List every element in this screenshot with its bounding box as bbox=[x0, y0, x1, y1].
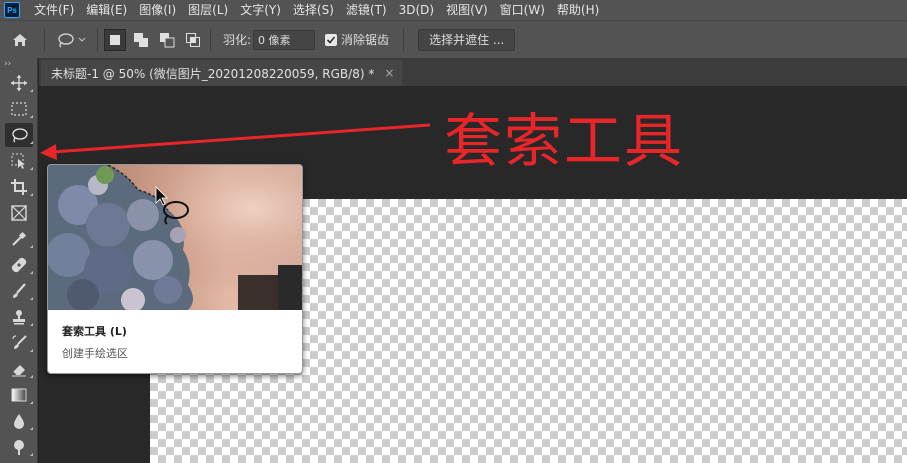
collapse-toolbar-button[interactable]: ›› bbox=[0, 58, 37, 70]
gradient-icon bbox=[11, 388, 27, 402]
antialias-label: 消除锯齿 bbox=[341, 33, 390, 47]
dodge-tool[interactable] bbox=[0, 434, 38, 460]
tooltip-title: 套索工具 (L) bbox=[62, 325, 127, 338]
menu-image[interactable]: 图像(I) bbox=[133, 0, 182, 20]
menu-3d[interactable]: 3D(D) bbox=[393, 0, 440, 20]
antialias-checkbox[interactable] bbox=[325, 33, 338, 46]
lasso-icon bbox=[58, 32, 74, 48]
healing-brush-tool[interactable] bbox=[0, 252, 38, 278]
home-button[interactable] bbox=[0, 21, 40, 59]
eraser-tool[interactable] bbox=[0, 356, 38, 382]
home-icon bbox=[13, 33, 27, 46]
document-tab-bar: 未标题-1 @ 50% (微信图片_20201208220059, RGB/8)… bbox=[39, 58, 907, 86]
document-tab-title: 未标题-1 @ 50% (微信图片_20201208220059, RGB/8)… bbox=[51, 66, 375, 81]
lasso-tool[interactable] bbox=[0, 122, 38, 148]
divider bbox=[403, 27, 405, 52]
photoshop-logo[interactable]: Ps bbox=[4, 2, 20, 18]
eyedropper-icon bbox=[12, 231, 27, 246]
select-and-mask-button[interactable]: 选择并遮住 ... bbox=[418, 28, 516, 51]
feather-input[interactable] bbox=[253, 29, 316, 50]
history-brush-icon bbox=[12, 335, 27, 349]
divider bbox=[210, 27, 211, 52]
clone-stamp-tool[interactable] bbox=[0, 304, 38, 330]
crop-tool[interactable] bbox=[0, 174, 38, 200]
marquee-tool[interactable] bbox=[0, 96, 38, 122]
checkmark-icon bbox=[326, 35, 336, 44]
menu-window[interactable]: 窗口(W) bbox=[494, 0, 551, 20]
object-select-tool[interactable] bbox=[0, 148, 38, 174]
divider bbox=[44, 27, 45, 52]
options-bar: 羽化: 消除锯齿 选择并遮住 ... bbox=[0, 20, 907, 58]
tool-tooltip: 套索工具 (L) 创建手绘选区 bbox=[47, 164, 303, 374]
menu-file[interactable]: 文件(F) bbox=[28, 0, 80, 20]
eraser-icon bbox=[12, 365, 26, 377]
new-selection-button[interactable] bbox=[104, 28, 126, 51]
chevron-down-icon bbox=[78, 37, 86, 42]
menu-layer[interactable]: 图层(L) bbox=[182, 0, 234, 20]
document-tab[interactable]: 未标题-1 @ 50% (微信图片_20201208220059, RGB/8)… bbox=[41, 60, 403, 86]
frame-icon bbox=[11, 205, 27, 221]
menu-select[interactable]: 选择(S) bbox=[287, 0, 340, 20]
brush-icon bbox=[13, 283, 26, 298]
object-select-icon bbox=[11, 153, 25, 169]
gradient-tool[interactable] bbox=[0, 382, 38, 408]
tools-panel: ›› bbox=[0, 58, 38, 463]
eyedropper-tool[interactable] bbox=[0, 226, 38, 252]
menu-filter[interactable]: 滤镜(T) bbox=[340, 0, 393, 20]
divider bbox=[97, 27, 98, 52]
blur-tool[interactable] bbox=[0, 408, 38, 434]
tool-preset-picker[interactable] bbox=[49, 32, 93, 48]
intersect-selection-button[interactable] bbox=[182, 29, 204, 51]
crop-icon bbox=[11, 179, 27, 195]
menu-type[interactable]: 文字(Y) bbox=[234, 0, 287, 20]
subtract-selection-button[interactable] bbox=[156, 29, 178, 51]
marquee-icon bbox=[11, 102, 27, 116]
tooltip-description: 创建手绘选区 bbox=[62, 347, 128, 360]
bandage-icon bbox=[11, 257, 27, 273]
subtract-selection-icon bbox=[160, 32, 175, 47]
lasso-icon bbox=[12, 128, 28, 143]
menu-view[interactable]: 视图(V) bbox=[440, 0, 494, 20]
frame-tool[interactable] bbox=[0, 200, 38, 226]
move-icon bbox=[11, 75, 27, 91]
intersect-selection-icon bbox=[186, 32, 200, 47]
move-tool[interactable] bbox=[0, 70, 38, 96]
feather-label: 羽化: bbox=[223, 33, 252, 47]
new-selection-icon bbox=[110, 34, 120, 45]
menu-edit[interactable]: 编辑(E) bbox=[80, 0, 133, 20]
annotation-label: 套索工具 bbox=[444, 107, 685, 175]
stamp-icon bbox=[13, 310, 25, 325]
close-icon[interactable]: × bbox=[384, 66, 394, 80]
add-selection-icon bbox=[134, 32, 148, 47]
tooltip-preview-image bbox=[48, 165, 302, 310]
brush-tool[interactable] bbox=[0, 278, 38, 304]
dodge-icon bbox=[14, 440, 24, 455]
menu-help[interactable]: 帮助(H) bbox=[551, 0, 605, 20]
history-brush-tool[interactable] bbox=[0, 330, 38, 356]
hydrangea-photo bbox=[48, 165, 302, 310]
drop-icon bbox=[14, 414, 24, 429]
add-selection-button[interactable] bbox=[130, 29, 152, 51]
menu-bar: Ps 文件(F) 编辑(E) 图像(I) 图层(L) 文字(Y) 选择(S) 滤… bbox=[0, 0, 907, 20]
